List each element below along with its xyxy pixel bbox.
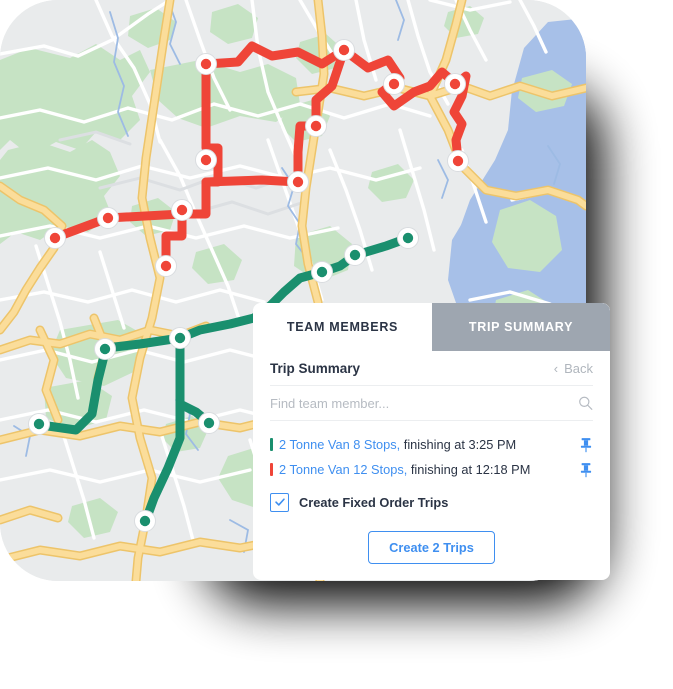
pin-icon[interactable] <box>579 437 593 453</box>
back-button-label: Back <box>564 360 593 376</box>
search-icon <box>579 396 593 410</box>
tab-trip-summary-label: TRIP SUMMARY <box>468 320 574 334</box>
search-input[interactable] <box>270 395 593 411</box>
trip-link[interactable]: 2 Tonne Van 12 Stops, <box>279 462 407 477</box>
screenshot-stage: TEAM MEMBERS TRIP SUMMARY Trip Summary ‹… <box>0 0 673 689</box>
back-button[interactable]: ‹ Back <box>554 361 593 376</box>
trip-label: 2 Tonne Van 12 Stops, finishing at 12:18… <box>279 462 579 477</box>
tab-team-members[interactable]: TEAM MEMBERS <box>253 303 432 351</box>
panel-tabs: TEAM MEMBERS TRIP SUMMARY <box>253 303 610 351</box>
trip-row[interactable]: 2 Tonne Van 8 Stops, finishing at 3:25 P… <box>270 432 593 457</box>
trip-link[interactable]: 2 Tonne Van 8 Stops, <box>279 437 400 452</box>
check-icon <box>274 498 285 506</box>
search-field[interactable] <box>270 385 593 421</box>
chevron-left-icon: ‹ <box>553 360 559 376</box>
trip-row[interactable]: 2 Tonne Van 12 Stops, finishing at 12:18… <box>270 457 593 482</box>
tab-team-members-label: TEAM MEMBERS <box>286 320 399 334</box>
trip-list: 2 Tonne Van 8 Stops, finishing at 3:25 P… <box>270 432 593 482</box>
fixed-order-trips-label: Create Fixed Order Trips <box>299 494 449 510</box>
trip-detail: finishing at 3:25 PM <box>400 437 517 452</box>
fixed-order-trips-row[interactable]: Create Fixed Order Trips <box>270 490 593 514</box>
trip-color-bar <box>270 438 273 451</box>
create-trips-button[interactable]: Create 2 Trips <box>368 531 495 564</box>
trip-summary-panel: TEAM MEMBERS TRIP SUMMARY Trip Summary ‹… <box>253 303 610 580</box>
trip-color-bar <box>270 463 273 476</box>
trip-detail: finishing at 12:18 PM <box>407 462 531 477</box>
section-header: Trip Summary ‹ Back <box>270 351 593 385</box>
fixed-order-trips-checkbox[interactable] <box>270 492 289 512</box>
pin-icon[interactable] <box>579 462 593 478</box>
page-title: Trip Summary <box>270 360 361 376</box>
panel-body: Trip Summary ‹ Back 2 Tonne Van 8 Stops,… <box>253 351 610 564</box>
trip-label: 2 Tonne Van 8 Stops, finishing at 3:25 P… <box>279 437 579 452</box>
primary-action-row: Create 2 Trips <box>270 531 593 564</box>
tab-trip-summary[interactable]: TRIP SUMMARY <box>432 303 610 351</box>
